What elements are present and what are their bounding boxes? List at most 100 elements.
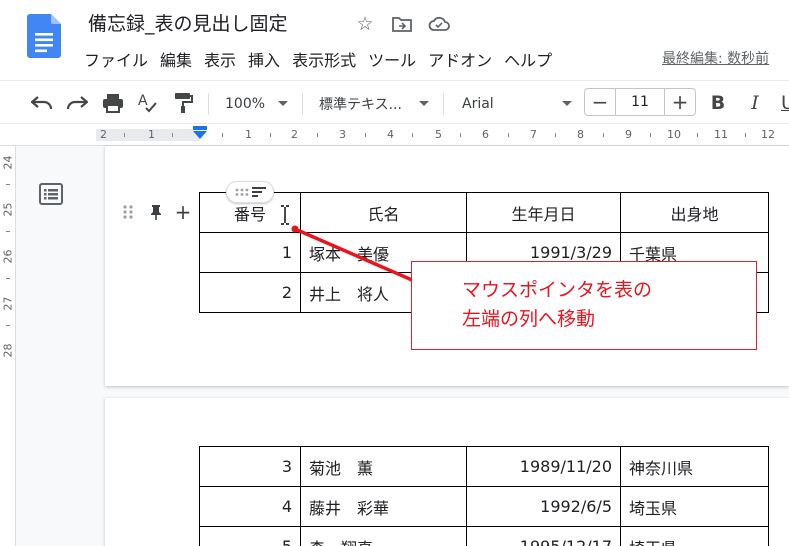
font-size-stepper: − 11 + — [584, 88, 696, 116]
table-cell[interactable]: 埼玉県 — [620, 526, 769, 546]
table-cell[interactable]: 1989/11/20 — [466, 446, 621, 487]
ruler-label: 1 — [148, 128, 155, 141]
document-title[interactable]: 備忘録_表の見出し固定 — [88, 9, 288, 36]
callout-annotation: マウスポインタを表の 左端の列へ移動 — [411, 261, 757, 350]
star-icon[interactable]: ☆ — [354, 13, 376, 35]
table-cell[interactable]: 森 翔真 — [300, 526, 467, 546]
spellcheck-icon[interactable]: A — [136, 91, 160, 115]
ruler-label: 3 — [339, 128, 346, 141]
document-outline-icon[interactable] — [38, 181, 64, 207]
table-cell[interactable]: 埼玉県 — [620, 486, 769, 527]
table-row: 4 藤井 彩華 1992/6/5 埼玉県 — [199, 486, 769, 527]
font-caret-icon — [562, 101, 572, 106]
cloud-saved-icon[interactable] — [428, 13, 450, 35]
ruler-tick — [460, 133, 461, 137]
ruler-tick — [745, 133, 746, 137]
ruler-tick — [650, 133, 651, 137]
svg-text:A: A — [138, 93, 148, 109]
vertical-ruler[interactable]: 24 25 26 27 28 — [0, 146, 16, 546]
pin-header-row-icon[interactable] — [147, 203, 165, 221]
column-options-chip[interactable] — [226, 181, 274, 203]
row-drag-handle-icon[interactable] — [122, 204, 134, 220]
menu-bar: ファイル 編集 表示 挿入 表示形式 ツール アドオン ヘルプ — [78, 46, 558, 72]
add-row-icon[interactable]: + — [174, 200, 192, 224]
menu-file[interactable]: ファイル — [78, 47, 154, 71]
menu-tools[interactable]: ツール — [362, 47, 422, 71]
ruler-tick — [412, 133, 413, 137]
print-icon[interactable] — [101, 91, 125, 115]
header-cell-birthplace[interactable]: 出身地 — [620, 192, 769, 233]
ruler-label: 11 — [714, 128, 728, 141]
menu-help[interactable]: ヘルプ — [498, 47, 558, 71]
ruler-label: 10 — [667, 128, 681, 141]
ruler-label: 27 — [1, 296, 15, 311]
ruler-label: 1 — [245, 128, 252, 141]
increase-font-size-button[interactable]: + — [665, 89, 695, 115]
font-size-input[interactable]: 11 — [615, 89, 665, 115]
ruler-content-area — [200, 129, 789, 141]
bold-icon[interactable]: B — [706, 91, 730, 115]
ruler-label: 12 — [761, 128, 775, 141]
ruler-tick — [6, 231, 10, 232]
zoom-caret-icon — [278, 101, 288, 106]
table-cell[interactable]: 藤井 彩華 — [300, 486, 467, 527]
ruler-label: 7 — [530, 128, 537, 141]
app-header: 備忘録_表の見出し固定 ☆ ファイル 編集 表示 挿入 表示形式 ツール アドオ… — [0, 0, 789, 80]
ruler-tick — [124, 133, 125, 137]
sort-icon[interactable] — [251, 186, 266, 198]
horizontal-ruler[interactable]: 2 1 1 2 3 4 5 6 7 8 9 10 11 12 — [0, 124, 789, 146]
style-caret-icon — [419, 101, 429, 106]
ruler-label: 2 — [291, 128, 298, 141]
ruler-label: 28 — [1, 343, 15, 358]
menu-addons[interactable]: アドオン — [422, 47, 498, 71]
menu-insert[interactable]: 挿入 — [242, 47, 286, 71]
ruler-tick — [6, 184, 10, 185]
table-cell[interactable]: 5 — [199, 526, 301, 546]
table-cell[interactable]: 1992/6/5 — [466, 486, 621, 527]
underline-icon[interactable]: U — [776, 91, 789, 115]
menu-edit[interactable]: 編集 — [154, 47, 198, 71]
zoom-select[interactable]: 100% — [225, 93, 265, 115]
table-cell[interactable]: 3 — [199, 446, 301, 487]
paragraph-style-select[interactable]: 標準テキス... — [319, 93, 402, 115]
ruler-tick — [697, 133, 698, 137]
data-table-continued: 3 菊池 薫 1989/11/20 神奈川県 4 藤井 彩華 1992/6/5 … — [199, 446, 769, 546]
ruler-tick — [508, 133, 509, 137]
header-cell-name[interactable]: 氏名 — [300, 192, 467, 233]
undo-icon[interactable] — [30, 91, 54, 115]
ruler-tick — [317, 133, 318, 137]
paint-format-icon[interactable] — [171, 91, 195, 115]
ruler-tick — [222, 133, 223, 137]
ruler-label: 9 — [625, 128, 632, 141]
last-edit-link[interactable]: 最終編集: 数秒前 — [662, 48, 769, 68]
ruler-tick — [6, 325, 10, 326]
italic-icon[interactable]: I — [743, 91, 767, 115]
ruler-tick — [270, 133, 271, 137]
table-cell[interactable]: 菊池 薫 — [300, 446, 467, 487]
menu-format[interactable]: 表示形式 — [286, 47, 362, 71]
menu-view[interactable]: 表示 — [198, 47, 242, 71]
first-line-indent-handle[interactable] — [193, 126, 207, 130]
ruler-label: 4 — [387, 128, 394, 141]
ruler-tick — [555, 133, 556, 137]
font-family-select[interactable]: Arial — [462, 93, 494, 115]
move-folder-icon[interactable] — [391, 13, 413, 35]
left-indent-handle[interactable] — [193, 131, 207, 139]
ruler-label: 2 — [100, 128, 107, 141]
table-cell[interactable]: 1995/12/17 — [466, 526, 621, 546]
redo-icon[interactable] — [65, 91, 89, 115]
table-row: 5 森 翔真 1995/12/17 埼玉県 — [199, 526, 769, 546]
ruler-label: 8 — [577, 128, 584, 141]
column-drag-handle-icon[interactable] — [235, 188, 249, 196]
toolbar-divider — [443, 93, 444, 115]
table-cell[interactable]: 4 — [199, 486, 301, 527]
table-row: 3 菊池 薫 1989/11/20 神奈川県 — [199, 446, 769, 487]
table-cell[interactable]: 1 — [199, 232, 301, 273]
header-cell-birthdate[interactable]: 生年月日 — [466, 192, 621, 233]
ruler-label: 25 — [1, 202, 15, 217]
table-cell[interactable]: 神奈川県 — [620, 446, 769, 487]
ruler-tick — [603, 133, 604, 137]
decrease-font-size-button[interactable]: − — [585, 89, 615, 115]
table-cell[interactable]: 2 — [199, 272, 301, 313]
google-docs-logo-icon[interactable] — [27, 14, 61, 58]
